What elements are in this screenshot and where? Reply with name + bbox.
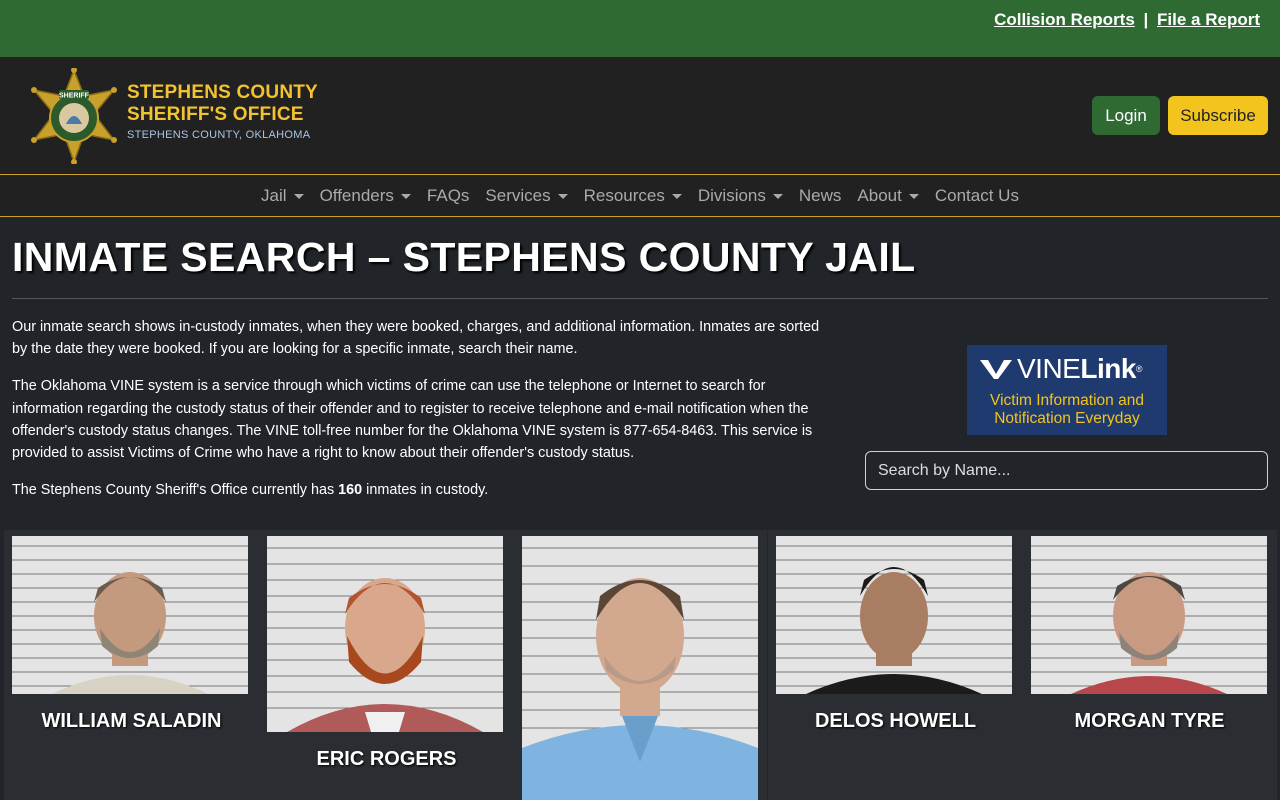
intro-paragraph-1: Our inmate search shows in-custody inmat… <box>12 319 820 358</box>
top-links: Collision Reports | File a Report <box>994 10 1260 30</box>
nav-item-label: Divisions <box>697 185 766 205</box>
nav-item-label: FAQs <box>426 185 470 205</box>
vinelink-tagline: Victim Information and Notification Ever… <box>967 392 1167 428</box>
title-divider <box>12 298 1268 299</box>
page-title: INMATE SEARCH – STEPHENS COUNTY JAIL <box>12 234 916 280</box>
mugshot-photo <box>776 536 1012 694</box>
nav-item-divisions[interactable]: Divisions <box>690 186 791 206</box>
logo-line-2: SHERIFF'S OFFICE <box>127 104 304 125</box>
intro-paragraph-2: The Oklahoma VINE system is a service th… <box>12 378 813 462</box>
inmate-search-input[interactable] <box>865 451 1268 490</box>
nav-item-faqs[interactable]: FAQs <box>419 186 478 206</box>
site-header: SHERIFF STEPHENS COUNTY SHERIFF'S OFFICE… <box>0 57 1280 175</box>
inmate-card[interactable]: DELOS HOWELL <box>768 530 1023 800</box>
inmate-name: MORGAN TYRE <box>1074 710 1225 732</box>
intro-text: Our inmate search shows in-custody inmat… <box>12 316 827 516</box>
login-button[interactable]: Login <box>1092 96 1160 135</box>
intro-paragraph-3: The Stephens County Sheriff's Office cur… <box>12 479 827 501</box>
nav-item-label: Resources <box>583 185 665 205</box>
logo-line-1: STEPHENS COUNTY <box>127 82 318 103</box>
caret-down-icon <box>557 193 568 199</box>
caret-down-icon <box>400 193 411 199</box>
badge-text: SHERIFF <box>59 93 90 100</box>
vinelink-tagline-2: Notification Everyday <box>994 410 1140 427</box>
inmate-card[interactable]: WILLIAM SALADIN <box>4 530 259 800</box>
link-word: Link <box>1080 353 1136 384</box>
nav-item-label: About <box>857 185 902 205</box>
collision-reports-link[interactable]: Collision Reports <box>994 10 1135 29</box>
inmate-card[interactable] <box>512 530 767 800</box>
nav-item-services[interactable]: Services <box>477 186 575 206</box>
nav-item-offenders[interactable]: Offenders <box>312 186 419 206</box>
nav-item-jail[interactable]: Jail <box>253 186 312 206</box>
link-separator: | <box>1143 10 1149 29</box>
inmate-name: WILLIAM SALADIN <box>41 710 222 732</box>
inmate-card[interactable]: MORGAN TYRE <box>1022 530 1277 800</box>
vine-logo-icon <box>980 360 1012 379</box>
custody-text-before: The Stephens County Sheriff's Office cur… <box>12 482 339 499</box>
mugshot-photo <box>522 536 758 800</box>
custody-text-after: inmates in custody. <box>362 482 489 499</box>
inmate-count: 160 <box>338 482 363 499</box>
subscribe-button[interactable]: Subscribe <box>1168 96 1268 135</box>
mugshot-photo <box>12 536 248 694</box>
nav-item-contact[interactable]: Contact Us <box>927 186 1027 206</box>
nav-item-label: Contact Us <box>934 185 1019 205</box>
inmate-card[interactable]: ERIC ROGERS <box>259 530 514 800</box>
top-utility-bar: Collision Reports | File a Report <box>0 0 1280 57</box>
mugshot-photo <box>267 536 503 732</box>
nav-item-label: Services <box>485 185 551 205</box>
vinelink-banner[interactable]: VINE Link ® Victim Information and Notific… <box>967 345 1167 435</box>
mugshot-photo <box>1031 536 1267 694</box>
inmate-name: DELOS HOWELL <box>814 710 977 732</box>
caret-down-icon <box>908 193 919 199</box>
vinelink-tagline-1: Victim Information and <box>990 392 1144 409</box>
caret-down-icon <box>772 193 783 199</box>
nav-item-about[interactable]: About <box>849 186 926 206</box>
vine-word: VINE <box>1017 353 1081 384</box>
site-logo-text[interactable]: STEPHENS COUNTY SHERIFF'S OFFICE STEPHEN… <box>127 82 318 141</box>
caret-down-icon <box>293 193 304 199</box>
nav-item-label: News <box>798 185 842 205</box>
sheriff-star-badge-icon[interactable]: SHERIFF <box>26 67 122 165</box>
nav-item-label: Offenders <box>319 185 394 205</box>
inmate-name: ERIC ROGERS <box>316 748 457 770</box>
caret-down-icon <box>671 193 682 199</box>
main-nav: Jail Offenders FAQs Services Resources D… <box>0 175 1280 217</box>
file-report-link[interactable]: File a Report <box>1157 10 1260 29</box>
vinelink-brand: VINE Link ® <box>978 353 1143 385</box>
nav-item-label: Jail <box>261 185 287 205</box>
nav-item-news[interactable]: News <box>791 186 850 206</box>
logo-line-3: STEPHENS COUNTY, OKLAHOMA <box>127 129 311 141</box>
registered-mark: ® <box>1135 364 1143 374</box>
nav-item-resources[interactable]: Resources <box>576 186 690 206</box>
